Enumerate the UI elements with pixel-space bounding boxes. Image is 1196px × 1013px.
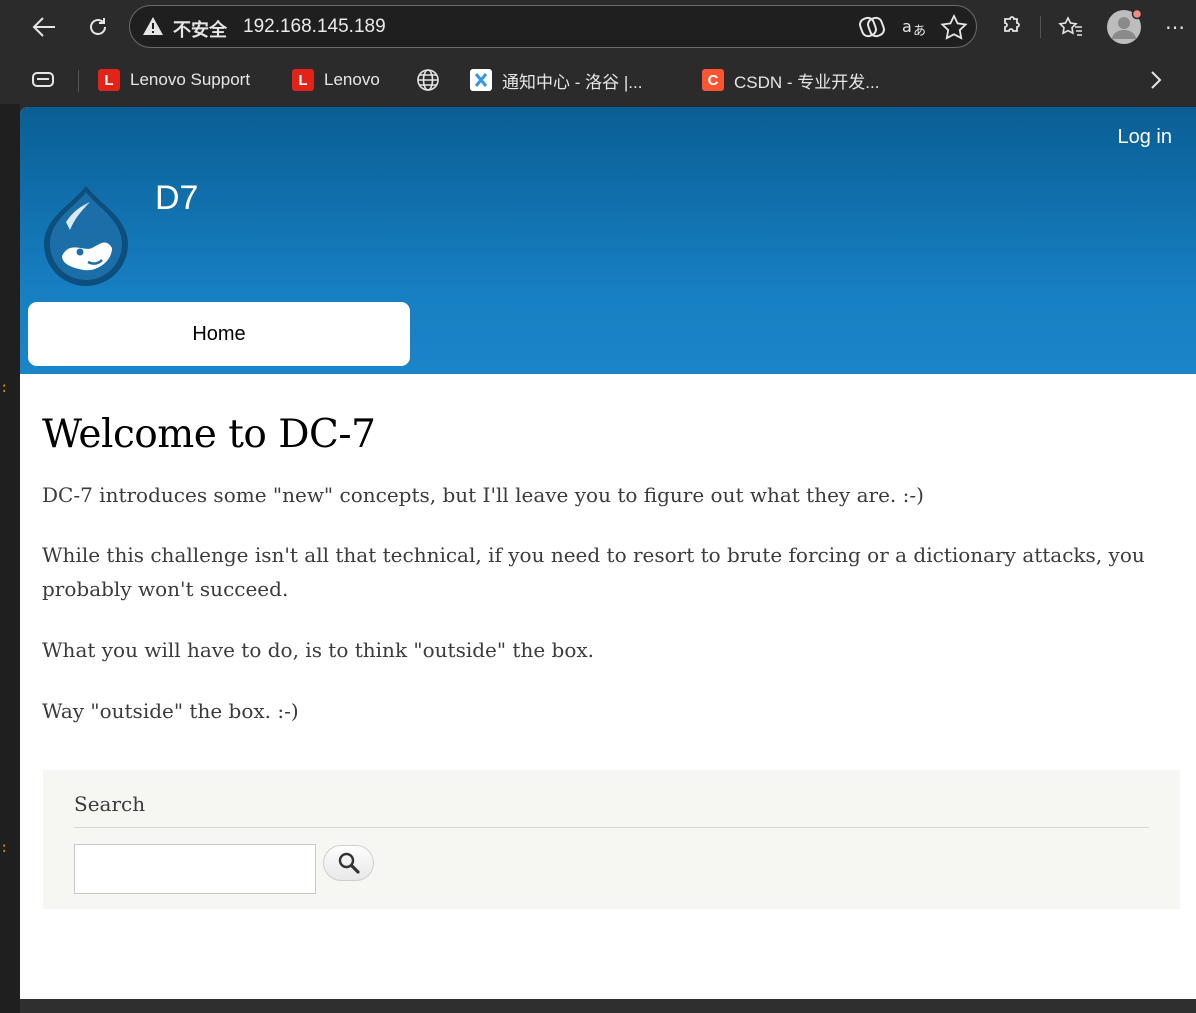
bookmark-label: Lenovo: [324, 70, 380, 89]
body-paragraph: DC-7 introduces some "new" concepts, but…: [42, 483, 924, 507]
nav-tab-home[interactable]: Home: [28, 302, 410, 366]
site-name[interactable]: D7: [155, 179, 198, 218]
search-divider: [74, 827, 1149, 828]
lenovo-icon: L: [292, 69, 314, 91]
svg-text:a: a: [902, 17, 912, 36]
window-bottom-edge: [20, 999, 1196, 1013]
favorites-button[interactable]: [1054, 10, 1088, 44]
avatar-icon: [1107, 9, 1142, 44]
url-text[interactable]: 192.168.145.189: [243, 16, 386, 38]
csdn-icon: C: [702, 69, 724, 91]
insecure-label: 不安全: [173, 20, 227, 41]
bookmark-divider: [78, 70, 79, 92]
web-page: Log in D7 Home Welcome to DC-7 DC-7 intr…: [20, 107, 1196, 999]
tab-actions-icon: [32, 72, 54, 87]
bookmark-label: 通知中心 - 洛谷 |...: [502, 72, 643, 92]
bookmark-label: CSDN - 专业开发...: [734, 72, 880, 92]
refresh-icon: [90, 18, 106, 35]
bookmark-globe[interactable]: [416, 66, 440, 94]
body-paragraph: While this challenge isn't all that tech…: [42, 543, 1145, 601]
lenovo-icon: L: [98, 69, 120, 91]
favorites-list-icon: [1058, 16, 1082, 36]
body-paragraph: Way "outside" the box. :-): [42, 699, 299, 723]
background-window-strip: : :: [0, 0, 20, 1013]
puzzle-icon: [1004, 16, 1020, 32]
bookmark-luogu[interactable]: 通知中心 - 洛谷 |...: [470, 66, 642, 94]
globe-icon: [417, 69, 439, 91]
luogu-icon: [470, 69, 492, 91]
more-dots-icon: ⋯: [1165, 16, 1185, 39]
search-input[interactable]: [74, 844, 316, 894]
chevron-right-icon: [1151, 71, 1162, 89]
more-menu-button[interactable]: ⋯: [1160, 10, 1190, 44]
search-block-title: Search: [74, 792, 146, 816]
browser-toolbar: 不安全 192.168.145.189 aあ ⋯: [0, 0, 1196, 56]
warning-icon: [143, 17, 163, 35]
login-link[interactable]: Log in: [1118, 126, 1173, 149]
search-block: Search: [43, 770, 1180, 909]
search-icon: [338, 852, 360, 874]
bookmark-lenovo-support[interactable]: L Lenovo Support: [98, 66, 250, 94]
favorite-star-icon[interactable]: [940, 14, 968, 40]
body-paragraph: What you will have to do, is to think "o…: [42, 638, 595, 662]
tab-actions-button[interactable]: [30, 66, 56, 94]
site-header: Log in D7 Home: [20, 107, 1196, 374]
page-title: Welcome to DC-7: [42, 412, 376, 457]
bookmarks-bar: L Lenovo Support L Lenovo 通知中心 - 洛谷 |...…: [0, 56, 1196, 104]
back-button[interactable]: [26, 10, 62, 44]
refresh-button[interactable]: [80, 10, 116, 44]
toolbar-divider: [1040, 16, 1041, 38]
extensions-button[interactable]: [994, 10, 1028, 44]
address-bar[interactable]: 不安全 192.168.145.189 aあ: [129, 5, 977, 48]
bookmark-lenovo[interactable]: L Lenovo: [292, 66, 380, 94]
profile-avatar[interactable]: [1106, 9, 1142, 45]
translate-icon[interactable]: aあ: [900, 14, 928, 40]
bookmarks-overflow-button[interactable]: [1148, 66, 1164, 94]
back-arrow-icon: [32, 17, 55, 37]
strip-glyph: :: [0, 380, 9, 396]
bookmark-label: Lenovo Support: [130, 70, 251, 89]
search-button[interactable]: [323, 845, 374, 881]
copilot-icon[interactable]: [858, 14, 886, 40]
bookmark-csdn[interactable]: C CSDN - 专业开发...: [702, 66, 879, 94]
svg-text:あ: あ: [913, 24, 926, 39]
strip-glyph: :: [0, 840, 9, 856]
drupal-logo-icon[interactable]: [40, 182, 132, 286]
